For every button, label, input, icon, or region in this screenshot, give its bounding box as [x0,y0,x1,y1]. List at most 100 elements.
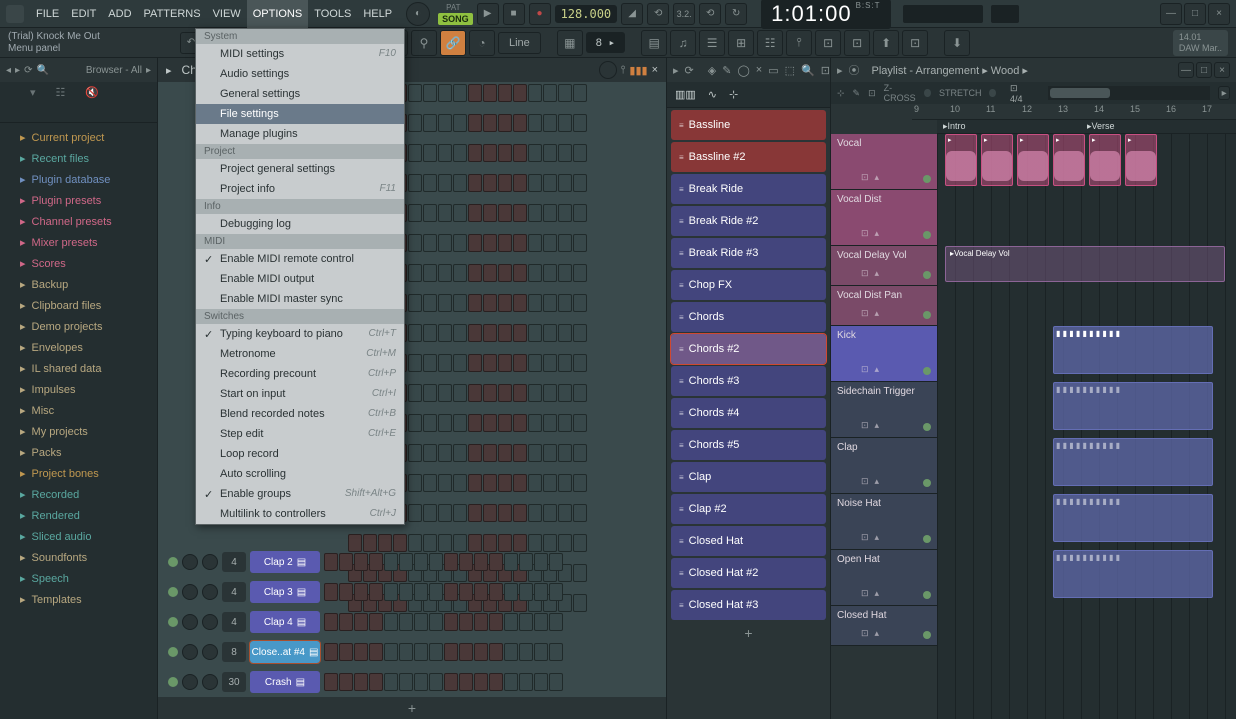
pattern-item[interactable]: ≡Break Ride #3 [671,238,826,268]
pattern-item[interactable]: ≡Chords #5 [671,430,826,460]
channel-name-button[interactable]: Clap 2 ▤ [250,551,320,573]
picker-tab-piano-icon[interactable]: ▥▥ [675,88,696,101]
step-button[interactable] [444,673,458,691]
browser-item[interactable]: ▸Recent files [0,148,157,169]
track-chevron-icon[interactable]: ▴ [875,628,880,639]
track-mute-led[interactable] [923,535,931,543]
step-button[interactable] [414,643,428,661]
dropdown-item[interactable]: Blend recorded notesCtrl+B [196,404,404,424]
step-button[interactable] [474,643,488,661]
channel-pan-knob[interactable] [182,674,198,690]
step-button[interactable] [324,613,338,631]
step-button[interactable] [549,673,563,691]
track-mute-led[interactable] [923,591,931,599]
picker-tab-auto-icon[interactable]: ⊹ [729,88,738,101]
step-button[interactable] [459,613,473,631]
browser-item[interactable]: ▸Mixer presets [0,232,157,253]
automation-clip[interactable]: ▸Vocal Delay Vol [945,246,1225,282]
step-button[interactable] [549,613,563,631]
track-mute-led[interactable] [923,175,931,183]
step-button[interactable] [324,673,338,691]
browser-item[interactable]: ▸Speech [0,568,157,589]
channel-row[interactable]: 8Close..at #4 ▤ [158,637,666,667]
step-button[interactable] [519,673,533,691]
menu-add[interactable]: ADD [102,0,137,28]
picker-zoom-icon[interactable]: 🔍 [801,64,815,77]
play-button[interactable]: ▶ [477,3,499,25]
channel-name-button[interactable]: Clap 3 ▤ [250,581,320,603]
pl-scroll-right-icon[interactable]: ▸ [1218,86,1230,100]
browser-item[interactable]: ▸My projects [0,421,157,442]
browser-item[interactable]: ▸Recorded [0,484,157,505]
browser-item[interactable]: ▸Packs [0,442,157,463]
pl-live-icon[interactable]: ⦿ [849,62,860,78]
pat-mode-button[interactable]: PAT [442,2,464,13]
step-button[interactable] [429,583,443,601]
browser-item[interactable]: ▸Demo projects [0,316,157,337]
minimize-button[interactable]: — [1160,3,1182,25]
news-panel[interactable]: 14.01 DAW Mar.. [1173,30,1228,56]
step-button[interactable] [474,583,488,601]
channel-vol-knob[interactable] [202,614,218,630]
dropdown-item[interactable]: Multilink to controllersCtrl+J [196,504,404,524]
browser-item[interactable]: ▸Current project [0,127,157,148]
pl-auto-icon[interactable]: ⊡ [868,88,876,99]
fwd-icon[interactable]: ▸ [15,65,20,76]
channel-mixer-route[interactable]: 8 [222,642,246,662]
step-button[interactable] [339,673,353,691]
step-button[interactable] [399,553,413,571]
dropdown-item[interactable]: Step editCtrl+E [196,424,404,444]
step-button[interactable] [414,673,428,691]
browser-header[interactable]: ◂ ▸ ⟳ 🔍 Browser - All ▸ [0,58,157,82]
step-button[interactable] [489,583,503,601]
step-button[interactable] [534,613,548,631]
pattern-item[interactable]: ≡Clap #2 [671,494,826,524]
step-button[interactable] [339,643,353,661]
loop-record-icon[interactable]: ↻ [725,3,747,25]
picker-close-icon[interactable]: × [756,64,762,76]
browser-item[interactable]: ▸Templates [0,589,157,610]
playlist-hscroll[interactable] [1048,86,1210,100]
browser-item[interactable]: ▸Envelopes [0,337,157,358]
step-button[interactable] [519,553,533,571]
step-button[interactable] [429,673,443,691]
time-display[interactable]: 1:01:00B:S:T [761,0,890,29]
step-button[interactable] [414,613,428,631]
channel-mixer-route[interactable]: 4 [222,582,246,602]
picker-draw-icon[interactable]: ✎ [722,64,731,77]
step-button[interactable] [489,673,503,691]
channel-name-button[interactable]: Close..at #4 ▤ [250,641,320,663]
cr-close-icon[interactable]: × [652,64,658,76]
track-mute-led[interactable] [923,631,931,639]
tempo-display[interactable]: 128.000 [555,5,618,23]
playlist-track-header[interactable]: Noise Hat⊡▴ [831,494,937,550]
channel-mixer-route[interactable]: 4 [222,552,246,572]
step-button[interactable] [339,613,353,631]
playlist-track-header[interactable]: Closed Hat⊡▴ [831,606,937,646]
channel-add-button[interactable]: + [158,697,666,719]
zcross-label[interactable]: Z-CROSS [884,83,917,103]
browser-item[interactable]: ▸Sliced audio [0,526,157,547]
step-button[interactable] [474,673,488,691]
step-button[interactable] [474,613,488,631]
step-button[interactable] [369,583,383,601]
step-button[interactable] [414,553,428,571]
channel-row[interactable]: 30Crash ▤ [158,667,666,697]
step-button[interactable] [384,673,398,691]
step-button[interactable] [324,553,338,571]
browser-item[interactable]: ▸Impulses [0,379,157,400]
dropdown-item[interactable]: Manage plugins [196,124,404,144]
playlist-track-header[interactable]: Vocal Delay Vol⊡▴ [831,246,937,286]
channel-pan-knob[interactable] [182,554,198,570]
track-mute-led[interactable] [923,231,931,239]
step-button[interactable] [534,553,548,571]
picker-tab-audio-icon[interactable]: ∿ [708,88,717,101]
step-button[interactable] [429,553,443,571]
pl-min-icon[interactable]: — [1178,62,1194,78]
tempo-tapper-icon[interactable]: ⊡ [844,30,870,56]
step-button[interactable] [489,643,503,661]
link-active-icon[interactable]: 🔗 [440,30,466,56]
audio-clip[interactable]: ▸ [1053,134,1085,186]
channel-mute-led[interactable] [168,647,178,657]
dropdown-item[interactable]: Loop record [196,444,404,464]
